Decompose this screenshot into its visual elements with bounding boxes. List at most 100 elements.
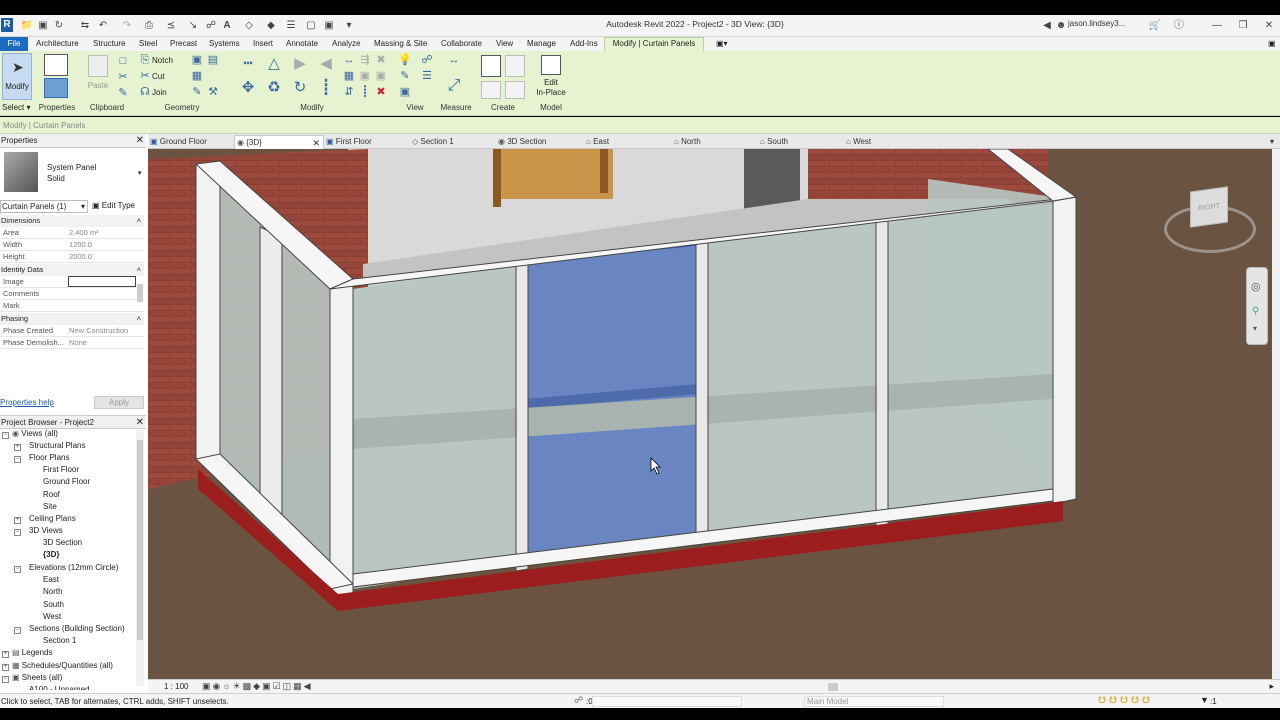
trim-multiple-icon[interactable]: ⇵ [342,86,356,99]
tab-north[interactable]: ⌂ North [674,135,758,149]
wall-joins-icon[interactable]: ▤ [206,54,220,67]
prop-value[interactable] [68,288,136,299]
view-control-icons[interactable]: ▣◉☼☀▩◆▣☑◫▦◀ [202,681,313,692]
tree-item-structural-plans[interactable]: Structural Plans [29,440,85,452]
tree-item-schedules[interactable]: ▦ Schedules/Quantities (all) [12,660,113,672]
viewport-vertical-scrollbar[interactable] [1272,149,1280,679]
create-parts-icon[interactable] [505,55,525,77]
join-button[interactable]: Join [152,88,167,97]
cart-icon[interactable]: 🛒 [1148,19,1162,33]
copy-clipboard-icon[interactable]: □ [116,55,130,68]
create-similar-icon[interactable] [505,81,525,99]
ribbon-options-icon[interactable]: ▣▾ [716,38,728,50]
user-name[interactable]: jason.lindsey3... [1068,19,1125,28]
view-filter-icon[interactable]: ☰ [420,70,434,83]
prop-value[interactable]: 2.400 m² [68,227,136,238]
close-icon[interactable]: ✕ [1262,19,1276,33]
tab-annotate[interactable]: Annotate [286,38,318,50]
tree-item-east[interactable]: East [43,574,59,586]
prop-value[interactable]: 1200.0 [68,239,136,250]
switch-windows-icon[interactable]: ▣ [322,19,336,33]
expand-toggle[interactable]: + [2,664,9,671]
tree-item-elevations[interactable]: Elevations (12mm Circle) [29,562,118,574]
expand-toggle[interactable]: + [14,444,21,451]
tab-steel[interactable]: Steel [139,38,157,50]
offset-icon[interactable]: △ [264,56,284,75]
override-graphics-icon[interactable]: ☍ [420,54,434,67]
prop-value[interactable] [68,276,136,287]
mirror-draw-axis-icon[interactable]: ◀ [316,56,336,75]
notch-icon[interactable]: ⎘ [138,54,152,67]
prop-value[interactable]: 2000.0 [68,251,136,262]
undo-icon[interactable]: ↶ [96,19,110,33]
in-place-label[interactable]: In-Place [532,88,570,97]
default-3d-view-icon[interactable]: ◇ [242,19,256,33]
zoom-dropdown-icon[interactable]: ▾ [1253,324,1257,333]
selection-option-icons[interactable]: ☋☋☋☋☋ [1098,695,1153,706]
tree-item-north[interactable]: North [43,586,63,598]
properties-scrollbar[interactable] [137,284,143,302]
browser-scroll-thumb[interactable] [137,440,143,640]
edit-label[interactable]: Edit [532,78,570,87]
expand-toggle[interactable]: + [2,651,9,658]
browser-scrollbar[interactable] [136,430,144,686]
thin-lines-icon[interactable]: ☰ [284,19,298,33]
create-group-icon[interactable] [481,81,501,99]
sync-icon[interactable]: ↻ [52,19,66,33]
group-phasing[interactable]: Phasing ˄ [0,313,144,325]
tree-item-section-1[interactable]: Section 1 [43,635,76,647]
tab-3d-active[interactable]: ◉ {3D} ✕ [234,135,324,149]
tab-list-dropdown-icon[interactable]: ▾ [1270,135,1280,149]
close-hidden-icon[interactable]: ▢ [304,19,318,33]
paint-icon[interactable]: ✎ [190,86,204,99]
tree-item-a100[interactable]: A100 - Unnamed [29,684,89,690]
search-icon[interactable]: ◀ [1040,19,1054,33]
tab-modify-curtain-panels[interactable]: Modify | Curtain Panels [604,37,704,51]
tree-item-sheets[interactable]: ▣ Sheets (all) [12,672,62,684]
cut-button[interactable]: Cut [152,72,164,81]
tab-analyze[interactable]: Analyze [332,38,360,50]
group-dimensions[interactable]: Dimensions ˄ [0,215,144,227]
properties-help-link[interactable]: Properties help [0,398,54,407]
tab-first-floor[interactable]: ▣ First Floor [326,135,410,149]
mirror-pick-axis-icon[interactable]: ▶ [290,56,310,75]
tab-precast[interactable]: Precast [170,38,197,50]
unpin-icon[interactable]: ✖ [374,54,388,67]
tab-massing-site[interactable]: Massing & Site [374,38,427,50]
save-icon[interactable]: ▣ [36,19,50,33]
cope-icon[interactable]: ▣ [190,54,204,67]
copy-icon[interactable]: ♻ [264,80,284,99]
align-icon[interactable]: ┅ [238,56,258,75]
tree-item-south[interactable]: South [43,599,64,611]
prop-value[interactable] [68,300,136,311]
tab-close-icon[interactable]: ✕ [312,136,320,150]
trim-extend-icon[interactable]: ┋ [316,80,336,99]
collapse-toggle[interactable]: − [14,456,21,463]
dimension-icon[interactable]: ↘ [186,19,200,33]
section-icon[interactable]: ◆ [264,19,278,33]
instance-selector[interactable]: Curtain Panels (1) ▾ [0,200,88,213]
prop-value[interactable]: None [68,337,136,348]
array-icon[interactable]: ▦ [342,70,356,83]
paste-icon[interactable] [88,55,108,77]
view-scale[interactable]: 1 : 100 [164,682,188,691]
active-workset-dropdown[interactable] [592,696,742,707]
apply-button[interactable]: Apply [94,396,144,409]
steering-wheel-icon[interactable]: ◎ [1251,280,1261,293]
tree-item-views-all[interactable]: ◉ Views (all) [12,428,58,440]
filter-icon[interactable]: ▼ [1200,695,1209,705]
user-icon[interactable]: ☻ [1054,19,1068,33]
tree-item-legends[interactable]: ▤ Legends [12,647,53,659]
select-dropdown[interactable]: Select ▾ [2,103,30,112]
3d-viewport[interactable]: RIGHT ◎ ⚲ ▾ [148,149,1272,679]
measure-icon[interactable]: ⪯ [164,19,178,33]
worksets-icon[interactable]: ☍ [574,695,583,706]
zoom-icon[interactable]: ⚲ [1252,306,1259,317]
tab-west[interactable]: ⌂ West [846,135,930,149]
tab-insert[interactable]: Insert [253,38,273,50]
type-dropdown-icon[interactable]: ▾ [138,169,142,177]
tab-east[interactable]: ⌂ East [586,135,670,149]
group-identity-data[interactable]: Identity Data ˄ [0,264,144,276]
collapse-toggle[interactable]: − [14,529,21,536]
properties-icon[interactable] [44,78,68,98]
